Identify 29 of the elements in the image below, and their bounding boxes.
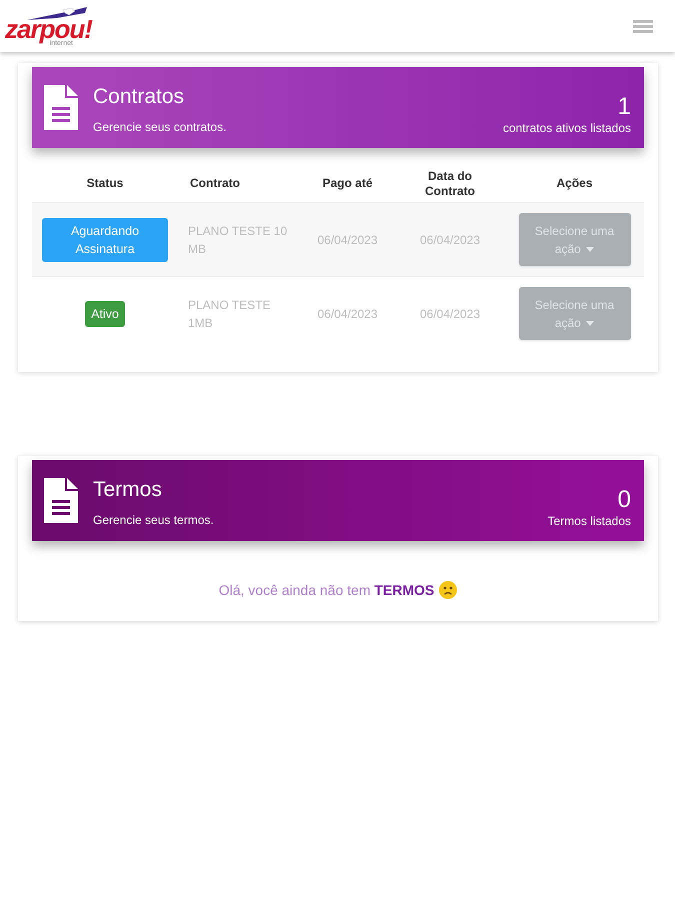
table-cell: 06/04/2023: [420, 232, 480, 246]
table-cell: 06/04/2023: [317, 232, 378, 246]
sad-face-icon: [439, 580, 458, 598]
column-header: Data do Contrato: [425, 168, 475, 198]
table-cell: PLANO TESTE 10 MB: [188, 224, 288, 256]
section-subtitle: Gerencie seus termos.: [93, 512, 214, 526]
caret-icon: [586, 321, 594, 326]
menu-icon[interactable]: [633, 20, 653, 32]
item-count: 0: [618, 488, 631, 512]
table-cell: 06/04/2023: [420, 306, 480, 321]
column-header: Ações: [556, 176, 593, 190]
section-title: Termos: [93, 478, 163, 502]
table-cell: PLANO TESTE 1MB: [188, 298, 270, 330]
document-icon: [44, 478, 78, 522]
column-header: Contrato: [190, 176, 240, 190]
document-icon: [44, 85, 78, 130]
status-badge: Aguardando Assinatura: [42, 218, 168, 262]
section-title: Contratos: [93, 85, 186, 109]
column-header: Pago até: [322, 176, 372, 190]
count-label: contratos ativos listados: [502, 121, 631, 135]
status-badge: Ativo: [85, 300, 125, 327]
section-subtitle: Gerencie seus contratos.: [93, 120, 226, 134]
column-header: Status: [86, 176, 124, 190]
table-cell: 06/04/2023: [317, 306, 378, 321]
count-label: Termos listados: [548, 514, 631, 528]
caret-icon: [586, 246, 594, 252]
item-count: 1: [618, 95, 631, 119]
swoosh-icon: [27, 6, 87, 20]
empty-state-message: Olá, você ainda não tem TERMOS: [218, 580, 434, 598]
